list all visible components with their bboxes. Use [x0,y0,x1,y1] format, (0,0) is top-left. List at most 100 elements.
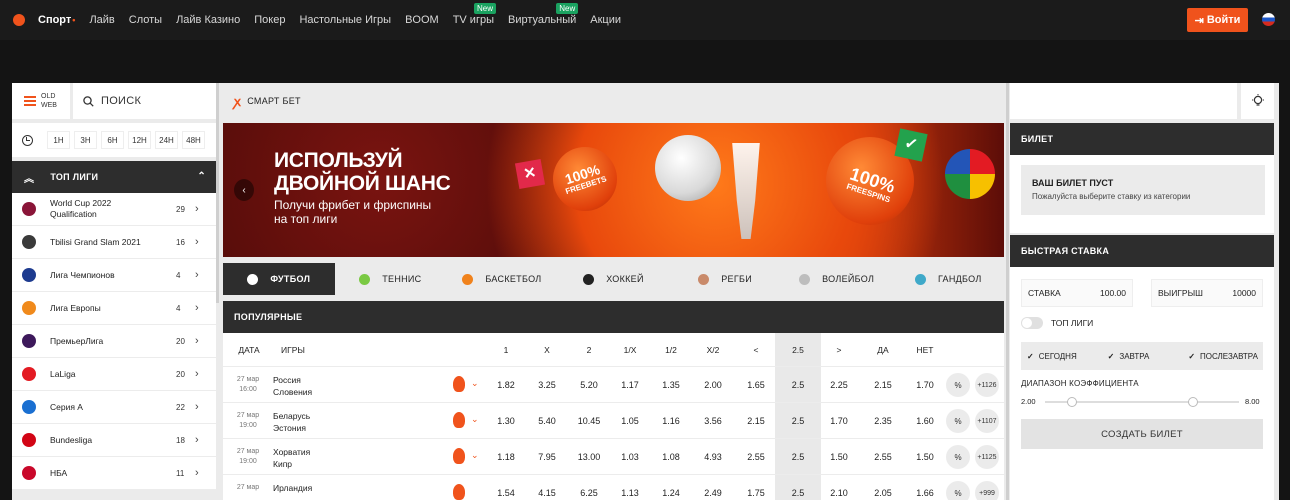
tab-hockey[interactable]: ХОККЕЙ [557,263,670,295]
odd-cell[interactable]: 2.00 [693,380,733,390]
smart-bet-button[interactable]: ꭗ СМАРТ БЕТ [222,83,1004,119]
day-today-checkbox[interactable]: ✓ СЕГОДНЯ [1027,352,1102,361]
time-filter-12h[interactable]: 12H [128,131,151,149]
language-flag-icon[interactable] [1262,13,1275,26]
odd-cell[interactable]: 1.54 [486,488,526,498]
league-item[interactable]: Bundesliga 18 › [12,424,216,457]
odd-cell[interactable]: 1.35 [651,380,691,390]
league-item[interactable]: ПремьерЛига 20 › [12,325,216,358]
odd-cell[interactable]: 3.25 [527,380,567,390]
tab-handball[interactable]: ГАНДБОЛ [892,263,1005,295]
chevron-down-icon[interactable]: ⌄ [471,378,479,389]
odd-cell[interactable]: 1.13 [610,488,650,498]
win-field[interactable]: ВЫИГРЫШ 10000 [1151,279,1263,307]
total-value[interactable]: 2.5 [778,416,818,426]
league-item[interactable]: Серия A 22 › [12,391,216,424]
odd-cell[interactable]: 1.16 [651,416,691,426]
time-filter-3h[interactable]: 3H [74,131,97,149]
league-item[interactable]: Лига Чемпионов 4 › [12,259,216,292]
top-leagues-header[interactable]: ︽ ТОП ЛИГИ ⌃ [12,161,216,193]
brand-logo[interactable] [13,14,25,26]
tab-football[interactable]: ФУТБОЛ [223,263,335,295]
nav-poker[interactable]: Покер [254,14,285,26]
match-teams[interactable]: Беларусь Эстония [273,410,310,434]
odd-cell[interactable]: 5.20 [569,380,609,390]
odd-cell[interactable]: 1.03 [610,452,650,462]
odd-cell[interactable]: 4.93 [693,452,733,462]
odd-cell[interactable]: 1.18 [486,452,526,462]
nav-sport[interactable]: Спорт [38,14,75,26]
tab-basketball[interactable]: БАСКЕТБОЛ [446,263,558,295]
promo-banner[interactable]: ‹ ИСПОЛЬЗУЙ ДВОЙНОЙ ШАНС Получи фрибет и… [223,123,1004,257]
match-teams[interactable]: Россия Словения [273,374,312,398]
search-input[interactable]: ПОИСК [73,83,218,119]
match-teams[interactable]: Хорватия Кипр [273,446,310,470]
odd-cell[interactable]: 1.50 [905,452,945,462]
create-ticket-button[interactable]: СОЗДАТЬ БИЛЕТ [1021,419,1263,449]
more-markets-button[interactable]: +999 [975,481,999,500]
odd-cell[interactable]: 2.55 [736,452,776,462]
odd-cell[interactable]: 1.17 [610,380,650,390]
odd-cell[interactable]: 2.35 [863,416,903,426]
login-button[interactable]: ⇥ Войти [1187,8,1248,32]
league-item[interactable]: Лига Европы 4 › [12,292,216,325]
theme-toggle-button[interactable] [1241,83,1274,119]
odd-cell[interactable]: 2.10 [819,488,859,498]
odd-cell[interactable]: 6.25 [569,488,609,498]
total-value[interactable]: 2.5 [778,488,818,498]
nav-boom[interactable]: BOOM [405,14,439,26]
odd-cell[interactable]: 1.70 [905,380,945,390]
chevron-down-icon[interactable]: ⌄ [471,414,479,425]
top-leagues-toggle[interactable] [1021,317,1043,329]
league-item[interactable]: Tbilisi Grand Slam 2021 16 › [12,226,216,259]
more-markets-button[interactable]: +1107 [975,409,999,433]
odd-cell[interactable]: 2.49 [693,488,733,498]
odd-cell[interactable]: 2.25 [819,380,859,390]
odd-cell[interactable]: 1.70 [819,416,859,426]
tab-volleyball[interactable]: ВОЛЕЙБОЛ [780,263,893,295]
stake-field[interactable]: СТАВКА 100.00 [1021,279,1133,307]
odd-cell[interactable]: 1.75 [736,488,776,498]
percent-button[interactable]: % [946,481,970,500]
nav-table-games[interactable]: Настольные Игры [299,14,391,26]
old-web-button[interactable]: OLD WEB [12,83,70,119]
slider-max-handle[interactable] [1188,397,1198,407]
day-after-tomorrow-checkbox[interactable]: ✓ ПОСЛЕЗАВТРА [1188,352,1263,361]
odd-cell[interactable]: 2.05 [863,488,903,498]
odd-cell[interactable]: 4.15 [527,488,567,498]
odd-cell[interactable]: 3.56 [693,416,733,426]
tab-rugby[interactable]: РЕГБИ [669,263,781,295]
nav-live-casino[interactable]: Лайв Казино [176,14,240,26]
total-value[interactable]: 2.5 [778,452,818,462]
league-item[interactable]: World Cup 2022 Qualification 29 › [12,193,216,226]
more-markets-button[interactable]: +1126 [975,373,999,397]
time-filter-24h[interactable]: 24H [155,131,178,149]
banner-prev-arrow-icon[interactable]: ‹ [234,179,254,201]
time-filter-6h[interactable]: 6H [101,131,124,149]
odd-cell[interactable]: 13.00 [569,452,609,462]
center-scrollbar[interactable] [1006,83,1009,500]
chevron-down-icon[interactable]: ⌄ [471,450,479,461]
nav-slots[interactable]: Слоты [129,14,162,26]
match-teams[interactable]: Ирландия [273,482,312,494]
odd-cell[interactable]: 1.65 [736,380,776,390]
odd-cell[interactable]: 1.24 [651,488,691,498]
odd-cell[interactable]: 1.08 [651,452,691,462]
nav-virtual[interactable]: Виртуальный New [508,3,579,26]
time-filter-48h[interactable]: 48H [182,131,205,149]
odd-cell[interactable]: 1.05 [610,416,650,426]
percent-button[interactable]: % [946,409,970,433]
odd-cell[interactable]: 5.40 [527,416,567,426]
league-item[interactable]: LaLiga 20 › [12,358,216,391]
odd-cell[interactable]: 10.45 [569,416,609,426]
odd-cell[interactable]: 2.15 [736,416,776,426]
percent-button[interactable]: % [946,445,970,469]
time-filter-1h[interactable]: 1H [47,131,70,149]
odd-cell[interactable]: 1.60 [905,416,945,426]
tab-tennis[interactable]: ТЕННИС [334,263,447,295]
nav-tv-games[interactable]: TV игры New [453,3,496,26]
odd-cell[interactable]: 1.50 [819,452,859,462]
odd-cell[interactable]: 1.66 [905,488,945,498]
percent-button[interactable]: % [946,373,970,397]
nav-promotions[interactable]: Акции [590,14,621,26]
